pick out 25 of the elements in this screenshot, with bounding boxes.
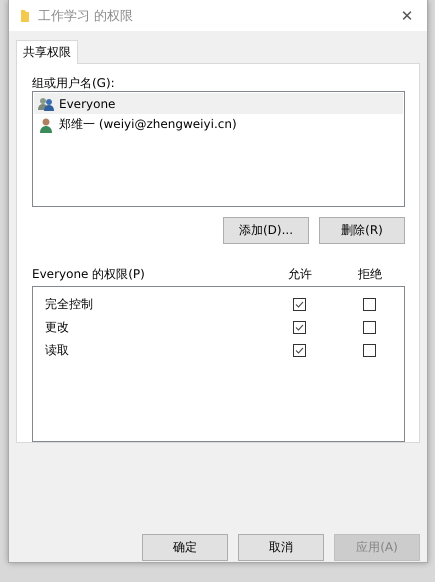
- deny-checkbox[interactable]: [362, 344, 376, 358]
- column-header: 允许: [287, 266, 313, 283]
- permission-name: 完全控制: [44, 296, 94, 314]
- allow-checkbox[interactable]: [292, 344, 306, 358]
- dialog-button[interactable]: 确定: [142, 534, 228, 561]
- column-header: 拒绝: [357, 266, 383, 283]
- close-button[interactable]: ✕: [387, 0, 427, 31]
- permissions-label: Everyone 的权限(P): [32, 266, 146, 283]
- dialog-button[interactable]: 添加(D)...: [223, 217, 309, 244]
- permission-name: 读取: [44, 342, 70, 360]
- allow-checkbox[interactable]: [292, 298, 306, 312]
- user-icon: [38, 116, 54, 132]
- allow-checkbox[interactable]: [292, 321, 306, 334]
- folder-icon: [20, 8, 30, 22]
- tab[interactable]: 共享权限: [16, 40, 78, 64]
- dialog-button[interactable]: 取消: [238, 534, 324, 561]
- permission-name: 更改: [44, 319, 70, 336]
- deny-checkbox[interactable]: [362, 321, 376, 334]
- window-title: 工作学习 的权限: [38, 8, 134, 24]
- user-list-item[interactable]: 郑维一 (weiyi@zhengweiyi.cn): [34, 114, 403, 135]
- users-icon: [38, 96, 54, 112]
- user-list-item[interactable]: Everyone: [34, 93, 403, 114]
- users-label: 组或用户名(G):: [32, 76, 116, 90]
- deny-checkbox[interactable]: [362, 298, 376, 312]
- dialog-button[interactable]: 删除(R): [319, 217, 405, 244]
